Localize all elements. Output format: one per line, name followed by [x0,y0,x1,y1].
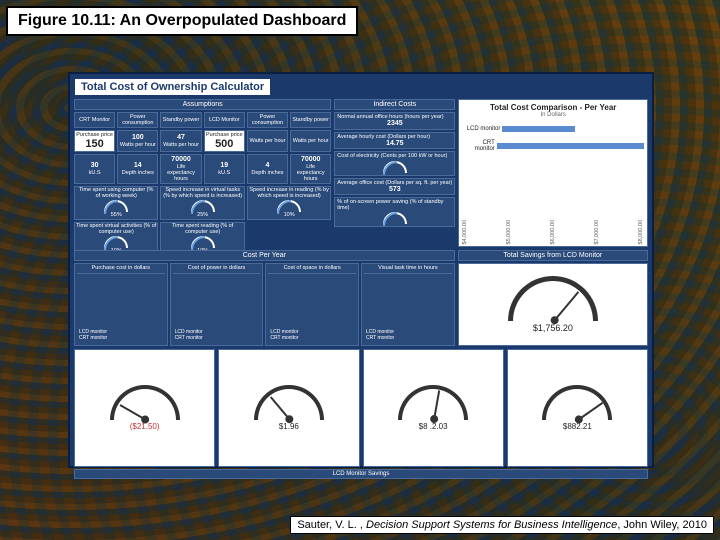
ind-hourly: Average hourly cost (Dollars per hour)14… [334,132,455,150]
hdr-pc2: Power consumption [247,112,288,128]
hdr-pc1: Power consumption [117,112,158,128]
bot-g1: ($21.50) [74,349,215,467]
r2f: 70000Life expectancy hours [290,154,331,184]
panel-power: Cost of power in dollarsLCD monitorCRT m… [170,263,264,346]
dashboard-title: Total Cost of Ownership Calculator [74,78,271,96]
bottom-gauges: ($21.50) $1.96 $8 .2.03 $882.21 [74,349,648,467]
r2a: 30kU.S [74,154,115,184]
crt-price[interactable]: Purchase price150 [74,130,115,152]
r2b: 14Depth inches [117,154,158,184]
cpy-header: Cost Per Year [74,250,455,261]
comp-title: Total Cost Comparison - Per Year [462,103,644,112]
total-savings-gauge: $1,756.20 [458,263,648,346]
comp-subtitle: In Dollars [462,112,644,118]
x-axis: $4,000.00 $5,000.00 $6,000.00 $7,000.00 … [462,220,644,244]
gauge-speed-reading: Speed increase in reading (% by which sp… [247,186,331,220]
r2d: 19kU.S [204,154,245,184]
gauge-speed-virtual: Speed increase in virtual tasks (% by wh… [160,186,244,220]
hdr-sp2: Standby power [290,112,331,128]
ind-hours: Normal annual office hours (hours per ye… [334,112,455,130]
panel-purchase: Purchase cost in dollarsLCD monitorCRT m… [74,263,168,346]
ind-saving: % of on-screen power saving (% of standb… [334,197,455,227]
hdr-lcd: LCD Monitor [204,112,245,128]
assumptions-section: Assumptions CRT Monitor Power consumptio… [74,99,331,247]
indirect-section: Indirect Costs Normal annual office hour… [334,99,455,247]
figure-caption: Figure 10.11: An Overpopulated Dashboard [6,6,358,36]
lcd-price[interactable]: Purchase price500 [204,130,245,152]
total-savings-section: Total Savings from LCD Monitor $1,756.20 [458,250,648,346]
bar-crt [497,143,644,149]
dashboard-panel: Total Cost of Ownership Calculator Assum… [68,72,654,468]
panel-space: Cost of space in dollarsLCD monitorCRT m… [265,263,359,346]
citation: Sauter, V. L. , Decision Support Systems… [290,516,714,534]
comparison-chart: Total Cost Comparison - Per Year In Doll… [458,99,648,247]
gauge-time-computer: Time spent using computer (% of working … [74,186,158,220]
indirect-header: Indirect Costs [334,99,455,110]
assumptions-header: Assumptions [74,99,331,110]
lcd-watts: Watts per hour [247,130,288,152]
crt-watts: 100Watts per hour [117,130,158,152]
crt-stby: 47Watts per hour [160,130,201,152]
hdr-crt: CRT Monitor [74,112,115,128]
bot-g3: $8 .2.03 [363,349,504,467]
bar-lcd [502,126,575,132]
hdr-sp1: Standby power [160,112,201,128]
lcd-stby: Watts per hour [290,130,331,152]
r2e: 4Depth inches [247,154,288,184]
bot-g4: $882.21 [507,349,648,467]
r2c: 70000Life expectancy hours [160,154,201,184]
lcd-savings-footer: LCD Monitor Savings [74,469,648,479]
cost-per-year-section: Cost Per Year Purchase cost in dollarsLC… [74,250,455,346]
ind-elec: Cost of electricity (Cents per 100 kW or… [334,151,455,175]
savings-header: Total Savings from LCD Monitor [458,250,648,261]
ind-office: Average office cost (Dollars per sq. ft.… [334,178,455,196]
bot-g2: $1.96 [218,349,359,467]
panel-visual: Visual task time in hoursLCD monitorCRT … [361,263,455,346]
